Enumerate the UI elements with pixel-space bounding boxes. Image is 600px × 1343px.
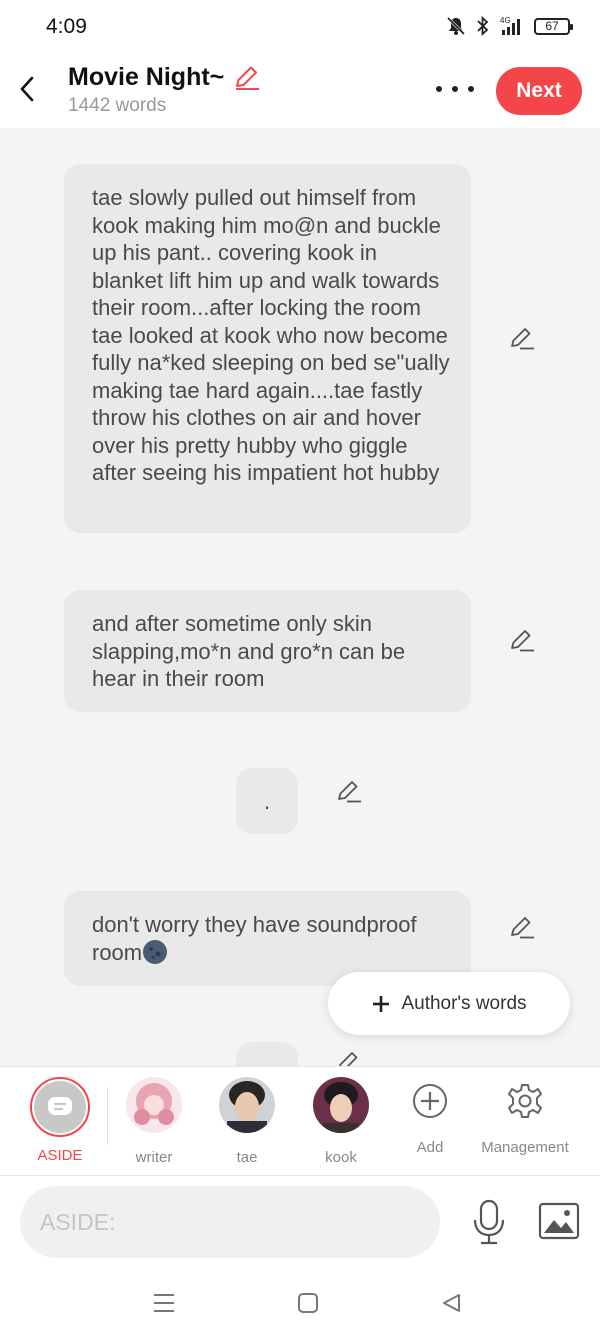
bluetooth-icon (477, 16, 489, 36)
plus-icon (373, 995, 390, 1012)
new-moon-face-emoji-icon (143, 939, 168, 964)
image-icon[interactable] (538, 1202, 580, 1240)
input-bar (0, 1176, 600, 1266)
tool-label: Add (416, 1139, 444, 1156)
chevron-left-icon (20, 76, 34, 102)
svg-text:4G: 4G (500, 16, 511, 25)
gear-icon (508, 1084, 542, 1118)
character-writer[interactable]: writer (109, 1077, 199, 1166)
edit-icon[interactable] (335, 777, 363, 805)
character-aside[interactable]: ASIDE (15, 1077, 105, 1164)
edit-icon[interactable] (508, 913, 536, 941)
avatar (219, 1077, 275, 1133)
message-bubble[interactable]: tae slowly pulled out himself from kook … (64, 164, 471, 533)
signal-icon: 4G (500, 16, 520, 35)
message-text: don't worry they have soundproof room (92, 912, 417, 965)
message-bubble[interactable]: . (236, 768, 298, 834)
menu-icon[interactable] (152, 1292, 176, 1314)
author-words-label: Author's words (401, 992, 527, 1014)
character-label: ASIDE (37, 1147, 83, 1164)
character-tae[interactable]: tae (202, 1077, 292, 1166)
edit-title-icon[interactable] (232, 62, 262, 92)
aside-avatar (30, 1077, 90, 1137)
story-title: Movie Night~ (68, 62, 225, 91)
system-nav-bar (0, 1266, 600, 1343)
message-text: tae slowly pulled out himself from kook … (92, 185, 450, 485)
message-bubble[interactable]: and after sometime only skin slapping,mo… (64, 590, 471, 712)
back-button[interactable] (14, 72, 42, 106)
message-text: and after sometime only skin slapping,mo… (92, 611, 406, 691)
character-bar: ASIDE writer tae kook Add Management (0, 1066, 600, 1176)
tae-avatar-image (219, 1077, 275, 1133)
header: Movie Night~ 1442 words Next (0, 52, 600, 128)
character-label: tae (236, 1149, 258, 1166)
status-time: 4:09 (46, 15, 87, 38)
status-icons: 4G 67 (446, 16, 573, 36)
character-label: kook (325, 1149, 357, 1166)
divider (107, 1087, 108, 1145)
management-button[interactable]: Management (470, 1077, 580, 1156)
more-options-button[interactable] (436, 79, 474, 99)
aside-text-input[interactable] (20, 1186, 440, 1258)
message-text: . (263, 789, 271, 814)
edit-icon[interactable] (508, 626, 536, 654)
home-icon[interactable] (297, 1292, 319, 1314)
character-label: writer (135, 1149, 173, 1166)
edit-icon[interactable] (508, 324, 536, 352)
title-block: Movie Night~ 1442 words (68, 62, 262, 117)
add-character-button[interactable]: Add (385, 1077, 475, 1156)
status-bar: 4:09 4G 67 (0, 0, 600, 52)
avatar (126, 1077, 182, 1133)
kook-avatar-image (313, 1077, 369, 1133)
dot-icon (436, 86, 442, 92)
microphone-icon[interactable] (470, 1198, 508, 1246)
bell-muted-icon (446, 16, 466, 36)
next-button[interactable]: Next (496, 67, 582, 115)
back-triangle-icon[interactable] (440, 1292, 462, 1314)
author-words-button[interactable]: Author's words (328, 972, 570, 1035)
dot-icon (468, 86, 474, 92)
dot-icon (452, 86, 458, 92)
chat-bubble-icon (48, 1097, 72, 1115)
battery-icon: 67 (534, 17, 573, 35)
tool-label: Management (481, 1139, 569, 1156)
character-kook[interactable]: kook (296, 1077, 386, 1166)
add-circle-icon (413, 1084, 447, 1118)
writer-avatar-image (126, 1077, 182, 1133)
avatar (313, 1077, 369, 1133)
word-count: 1442 words (68, 95, 167, 116)
